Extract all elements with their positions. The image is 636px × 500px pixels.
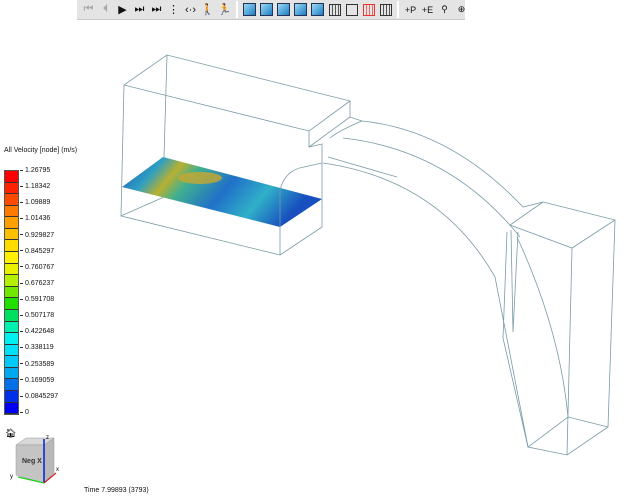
view-cube-face-label: Neg X	[22, 458, 42, 465]
legend-tick-label: 0.676237	[20, 280, 54, 287]
legend-tick-label: 0.929827	[20, 232, 54, 239]
legend-color-band	[5, 321, 18, 334]
water-surface	[122, 157, 322, 227]
legend-tick-label: 0.507178	[20, 312, 54, 319]
legend-color-band	[5, 344, 18, 357]
legend-tick-label: 0.845297	[20, 248, 54, 255]
legend-color-band	[5, 402, 18, 415]
3d-viewport[interactable]	[0, 0, 636, 500]
color-legend-bar	[4, 170, 19, 415]
legend-color-band	[5, 263, 18, 276]
legend-tick-label: 0.338119	[20, 344, 54, 351]
legend-tick-label: 1.01436	[20, 215, 50, 222]
legend-color-band	[5, 275, 18, 287]
velocity-hotspot	[178, 172, 222, 184]
legend-tick-label: 0	[20, 409, 29, 416]
legend-color-band	[5, 182, 18, 195]
view-cube[interactable]: Neg X z y x	[8, 433, 63, 488]
legend-color-band	[5, 194, 18, 206]
legend-color-band	[5, 333, 18, 345]
legend-tick-label: 0.0845297	[20, 393, 58, 400]
legend-color-band	[5, 286, 18, 299]
y-axis-label: y	[10, 474, 13, 480]
legend-color-band	[5, 367, 18, 380]
legend-color-band	[5, 252, 18, 264]
legend-tick-label: 1.09889	[20, 199, 50, 206]
legend-color-band	[5, 240, 18, 253]
legend-tick-label: 1.26795	[20, 167, 50, 174]
legend-tick-label: 0.169059	[20, 377, 54, 384]
legend-color-band	[5, 298, 18, 310]
legend-tick-label: 0.591708	[20, 296, 54, 303]
legend-color-band	[5, 379, 18, 391]
z-axis-label: z	[46, 435, 49, 441]
legend-color-band	[5, 309, 18, 322]
legend-tick-label: 0.253589	[20, 361, 54, 368]
legend-tick-label: 0.760767	[20, 264, 54, 271]
legend-title: All Velocity [node] (m/s)	[4, 147, 78, 154]
legend-color-band	[5, 228, 18, 241]
legend-tick-label: 1.18342	[20, 183, 50, 190]
geometry-wireframe	[120, 54, 616, 456]
x-axis-label: x	[56, 467, 59, 473]
legend-color-band	[5, 217, 18, 229]
simulation-time: Time 7.99893 (3793)	[84, 487, 149, 494]
legend-color-band	[5, 356, 18, 368]
legend-color-band	[5, 390, 18, 403]
legend-tick-label: 0.422648	[20, 328, 54, 335]
legend-color-band	[5, 205, 18, 218]
legend-color-band	[5, 171, 18, 183]
